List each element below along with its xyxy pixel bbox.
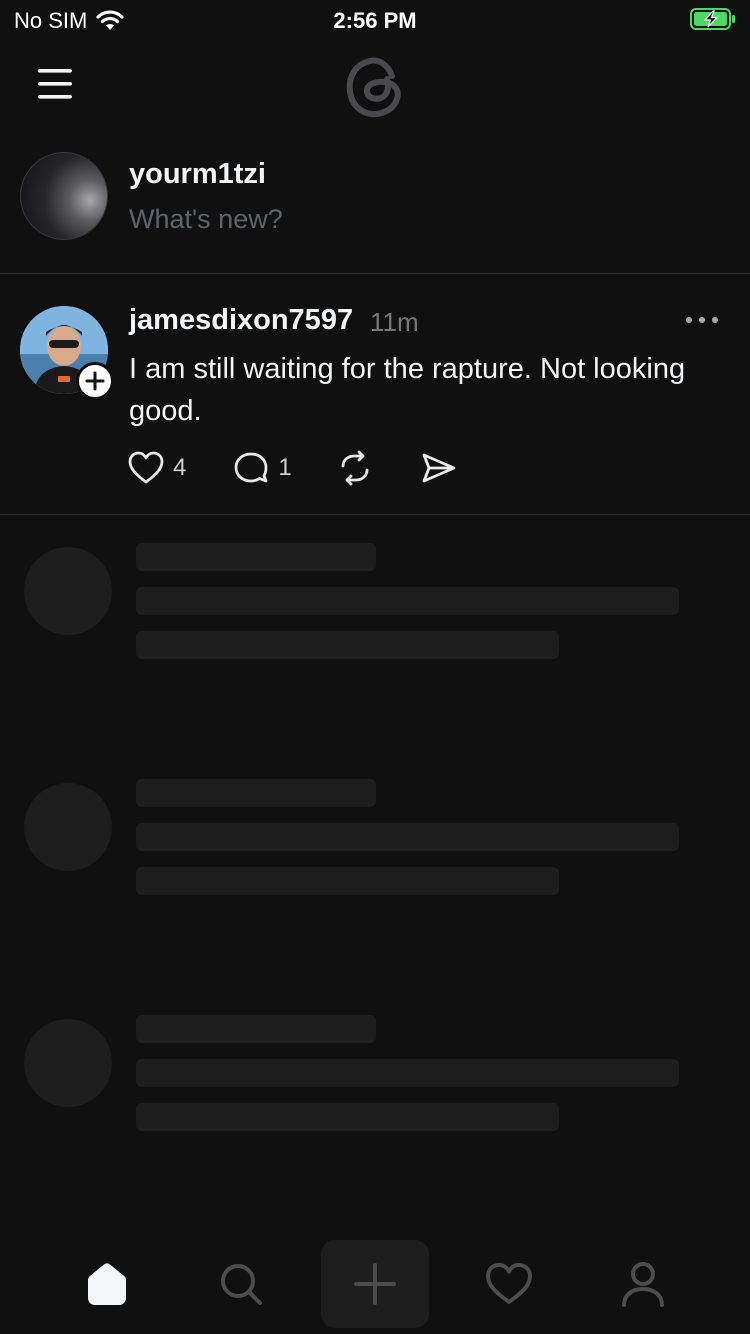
more-icon[interactable] <box>682 312 722 328</box>
skeleton-line <box>136 1103 559 1131</box>
heart-icon <box>128 451 164 484</box>
heart-icon <box>486 1263 532 1304</box>
post-actions: 4 1 <box>127 448 458 488</box>
skeleton-avatar <box>24 783 112 871</box>
nav-create[interactable] <box>321 1240 429 1328</box>
send-icon <box>422 453 456 483</box>
nav-activity[interactable] <box>455 1240 563 1328</box>
skeleton-avatar <box>24 1019 112 1107</box>
like-count: 4 <box>173 454 187 481</box>
skeleton-line <box>136 543 376 571</box>
skeleton-line <box>136 823 679 851</box>
skeleton-line <box>136 587 679 615</box>
battery-charging-icon <box>690 8 735 30</box>
loading-placeholder <box>0 1015 750 1145</box>
thread-post[interactable]: jamesdixon7597 11m I am still waiting fo… <box>0 290 750 514</box>
repost-icon <box>341 450 369 486</box>
reply-button[interactable]: 1 <box>232 450 292 486</box>
divider <box>0 273 750 274</box>
plus-icon <box>354 1263 396 1305</box>
avatar[interactable] <box>20 152 108 240</box>
menu-icon[interactable] <box>32 66 78 102</box>
composer-username: yourm1tzi <box>129 158 266 190</box>
skeleton-line <box>136 867 559 895</box>
post-text: I am still waiting for the rapture. Not … <box>129 353 686 427</box>
top-bar <box>0 40 750 130</box>
status-bar: No SIM 2:56 PM <box>0 0 750 40</box>
nav-search[interactable] <box>187 1240 295 1328</box>
reply-count: 1 <box>278 454 292 481</box>
composer[interactable]: yourm1tzi What's new? <box>0 140 750 274</box>
clock: 2:56 PM <box>333 8 417 33</box>
person-icon <box>622 1262 664 1307</box>
loading-placeholder <box>0 543 750 673</box>
skeleton-line <box>136 631 559 659</box>
repost-button[interactable] <box>336 450 374 486</box>
follow-button[interactable] <box>76 362 114 400</box>
new-thread-input[interactable]: What's new? <box>129 204 283 235</box>
threads-logo[interactable] <box>340 52 410 122</box>
nav-home[interactable] <box>53 1240 161 1328</box>
search-icon <box>221 1264 262 1305</box>
nav-profile[interactable] <box>589 1240 697 1328</box>
skeleton-line <box>136 1015 376 1043</box>
skeleton-line <box>136 779 376 807</box>
post-timestamp: 11m <box>370 307 419 337</box>
divider <box>0 514 750 515</box>
like-button[interactable]: 4 <box>127 450 186 486</box>
plus-icon <box>85 371 105 391</box>
skeleton-avatar <box>24 547 112 635</box>
post-username[interactable]: jamesdixon7597 <box>129 304 353 337</box>
bottom-nav <box>0 1234 750 1334</box>
skeleton-line <box>136 1059 679 1087</box>
share-button[interactable] <box>420 450 458 486</box>
loading-placeholder <box>0 779 750 909</box>
home-icon <box>88 1263 126 1305</box>
comment-icon <box>234 452 268 483</box>
